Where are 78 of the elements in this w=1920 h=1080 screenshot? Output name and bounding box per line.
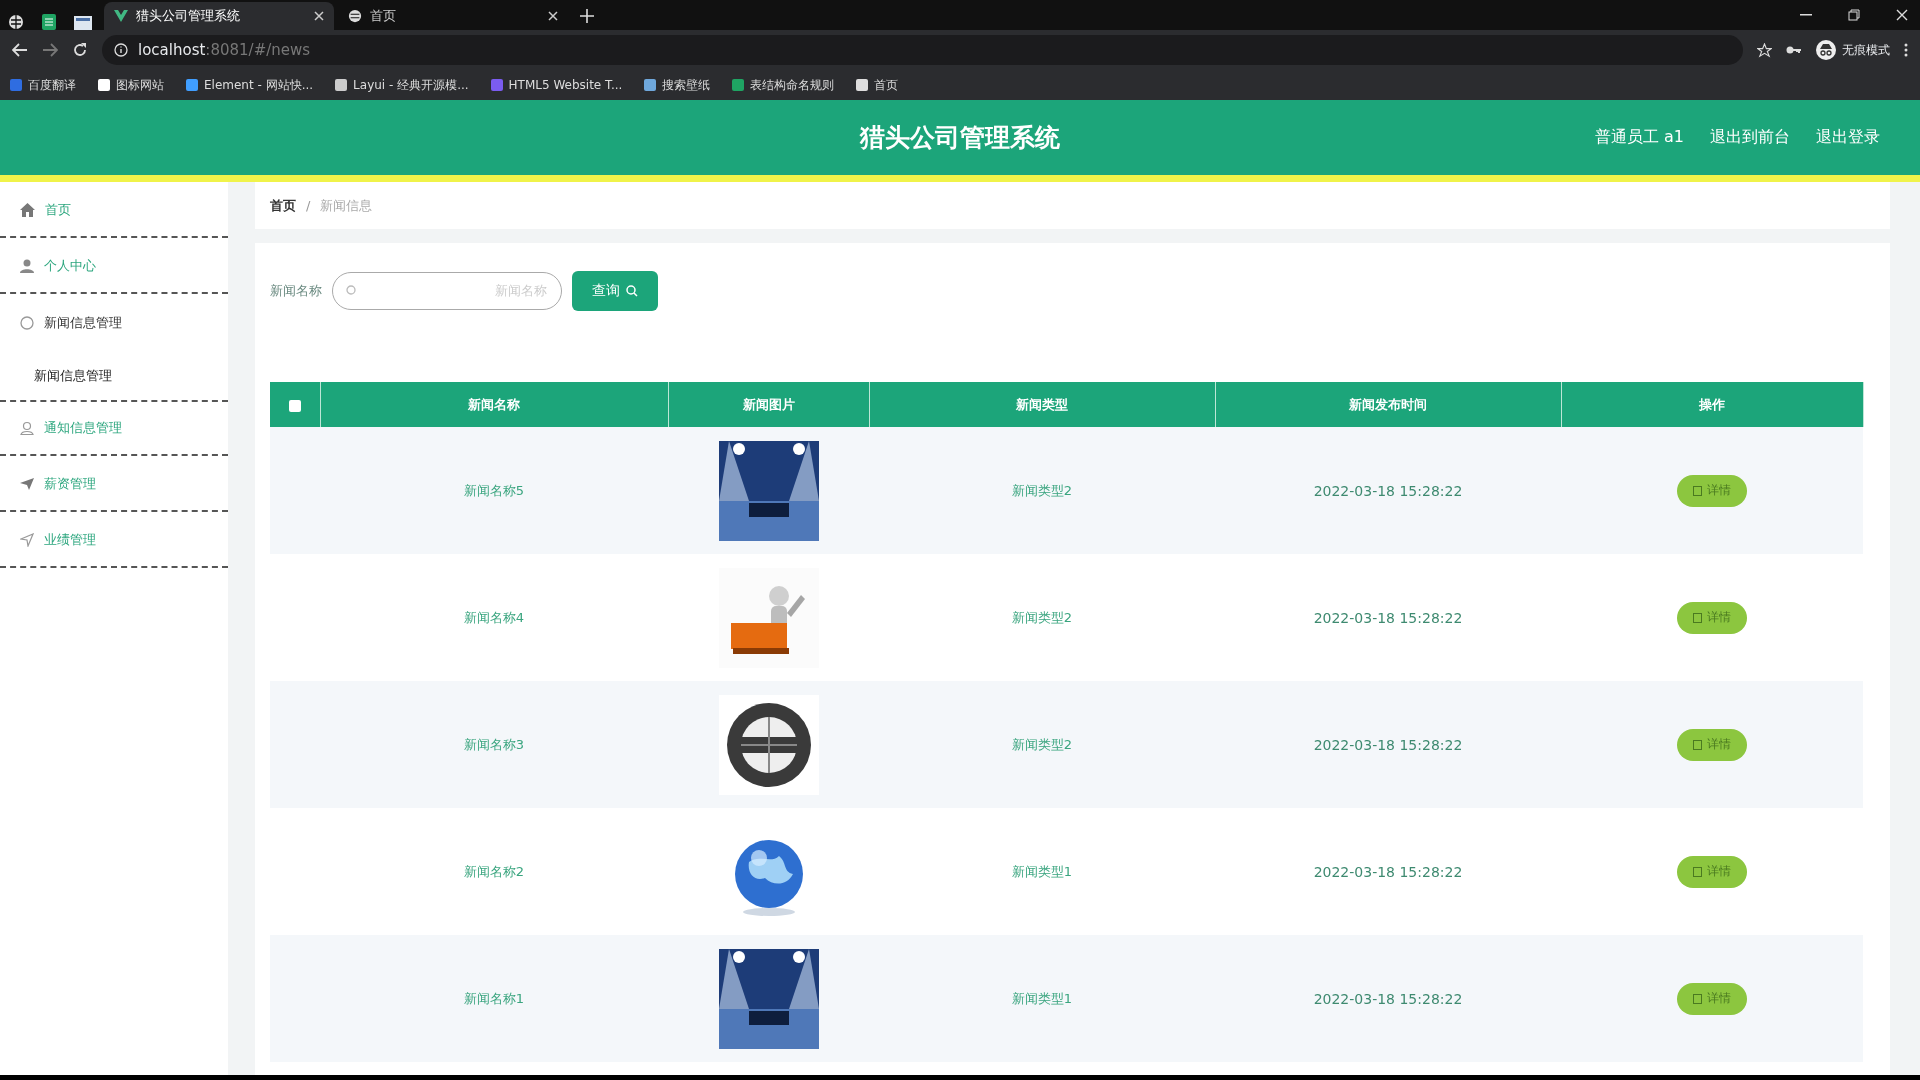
breadcrumb-link[interactable]: 首页 <box>270 196 296 215</box>
table-cell: 新闻名称4 <box>320 554 668 681</box>
sidebar-label: 薪资管理 <box>44 475 96 493</box>
document-icon <box>1693 739 1702 750</box>
document-icon <box>1693 866 1702 877</box>
table-cell: 2022-03-18 15:28:22 <box>1215 808 1561 935</box>
checkbox[interactable] <box>288 399 301 412</box>
breadcrumb-separator: / <box>306 198 311 213</box>
bookmark[interactable]: 百度翻译 <box>10 76 76 94</box>
sidebar-label: 个人中心 <box>44 257 96 275</box>
browser-tab[interactable]: 首页 <box>338 2 568 30</box>
star-icon[interactable] <box>1757 42 1772 58</box>
search-icon <box>626 284 638 297</box>
breadcrumb-current: 新闻信息 <box>320 196 373 215</box>
profile-button[interactable]: 无痕模式 <box>1816 40 1890 60</box>
table-cell: 2022-03-18 15:28:22 <box>1215 681 1561 808</box>
search-icon <box>346 284 358 297</box>
send-icon <box>20 533 34 547</box>
incognito-icon <box>1816 40 1836 60</box>
table-cell: 新闻名称5 <box>320 427 668 554</box>
address-bar[interactable]: localhost:8081/#/news <box>102 35 1743 65</box>
reload-icon[interactable] <box>72 42 88 58</box>
bookmark[interactable]: 表结构命名规则 <box>732 76 835 94</box>
column-header: 操作 <box>1561 382 1863 427</box>
close-icon[interactable] <box>314 11 324 21</box>
table-cell: 新闻类型2 <box>869 427 1215 554</box>
bookmark[interactable]: Element - 网站快... <box>186 76 314 94</box>
globe-icon <box>348 9 362 23</box>
user-icon <box>20 259 34 273</box>
app-title: 猎头公司管理系统 <box>860 122 1060 154</box>
user-outline-icon <box>20 421 34 435</box>
forward-icon[interactable] <box>42 43 58 57</box>
bookmark[interactable]: 搜索壁纸 <box>644 76 711 94</box>
column-header: 新闻图片 <box>668 382 869 427</box>
globe-icon[interactable] <box>8 14 24 30</box>
document-icon <box>1693 485 1702 496</box>
bookmark[interactable]: Layui - 经典开源模... <box>335 76 469 94</box>
v-logo-icon <box>114 10 128 22</box>
browser-tab[interactable]: 猎头公司管理系统 <box>104 2 334 30</box>
bookmark[interactable]: 首页 <box>856 76 899 94</box>
home-icon <box>20 203 35 217</box>
minimize-icon[interactable] <box>1800 14 1812 16</box>
table-cell: 新闻名称3 <box>320 681 668 808</box>
table-cell: 新闻名称1 <box>320 935 668 1062</box>
close-icon[interactable] <box>1896 9 1908 21</box>
column-header: 新闻类型 <box>869 382 1215 427</box>
bookmark[interactable]: 图标网站 <box>98 76 164 94</box>
field-label: 新闻名称 <box>270 281 322 300</box>
sidebar-item[interactable]: 新闻信息管理 <box>0 296 228 350</box>
new-tab-icon[interactable] <box>580 9 594 23</box>
info-icon <box>114 43 128 57</box>
sidebar-label: 业绩管理 <box>44 531 96 549</box>
url-text: localhost:8081/#/news <box>138 41 311 59</box>
column-header: 新闻名称 <box>320 382 668 427</box>
document-icon <box>1693 993 1702 1004</box>
table-cell: 2022-03-18 15:28:22 <box>1215 554 1561 681</box>
table-cell: 新闻类型2 <box>869 554 1215 681</box>
table-cell: 新闻类型2 <box>869 681 1215 808</box>
table-cell: 2022-03-18 15:28:22 <box>1215 427 1561 554</box>
plane-icon <box>20 478 34 490</box>
sidebar-label: 首页 <box>45 201 71 219</box>
table-cell: 新闻名称2 <box>320 808 668 935</box>
circle-icon <box>20 316 34 330</box>
bookmark[interactable]: HTML5 Website T... <box>490 78 623 92</box>
table-cell: 新闻类型1 <box>869 935 1215 1062</box>
sidebar-label: 通知信息管理 <box>44 419 122 437</box>
document-icon <box>1693 612 1702 623</box>
table-cell: 2022-03-18 15:28:22 <box>1215 935 1561 1062</box>
close-icon[interactable] <box>548 11 558 21</box>
key-icon[interactable] <box>1786 45 1802 55</box>
restore-icon[interactable] <box>1848 9 1860 21</box>
submenu-item[interactable]: 新闻信息管理 <box>0 352 228 400</box>
window-icon[interactable] <box>74 16 92 30</box>
sidebar-label: 新闻信息管理 <box>44 314 122 332</box>
more-icon[interactable] <box>1904 43 1908 57</box>
column-header: 新闻发布时间 <box>1215 382 1561 427</box>
table-cell: 新闻类型1 <box>869 808 1215 935</box>
back-icon[interactable] <box>12 43 28 57</box>
